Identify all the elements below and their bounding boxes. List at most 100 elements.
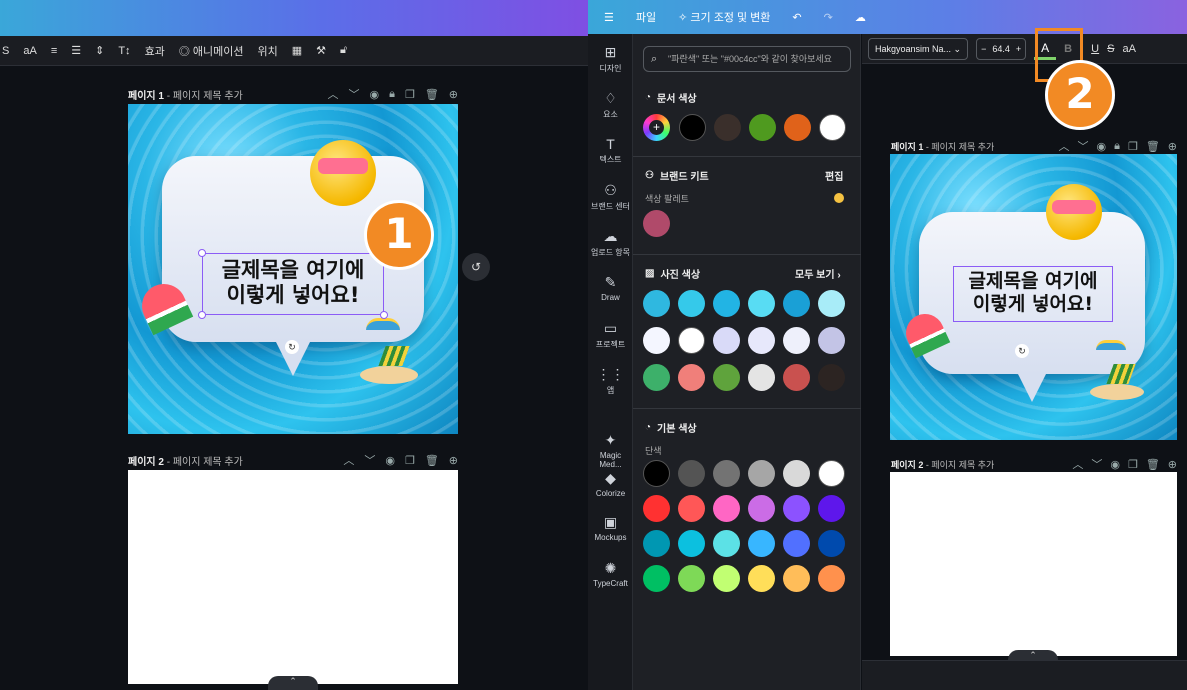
chevron-up-icon[interactable]: ︿ (327, 86, 338, 102)
underline-button[interactable]: U (1091, 43, 1099, 55)
default-color-swatch[interactable] (818, 530, 845, 557)
default-color-swatch[interactable] (818, 460, 845, 487)
duplicate-icon[interactable]: ❐ (1128, 458, 1138, 471)
photo-color-swatch[interactable] (643, 327, 670, 354)
photo-color-swatch[interactable] (783, 290, 810, 317)
add-page-icon[interactable]: ⊕ (1168, 458, 1177, 471)
lock-icon[interactable]: 🔒︎ (389, 88, 395, 101)
photo-color-swatch[interactable] (818, 327, 845, 354)
photo-color-swatch[interactable] (678, 327, 705, 354)
duplicate-icon[interactable]: ❐ (405, 88, 415, 101)
default-color-swatch[interactable] (678, 495, 705, 522)
photo-color-swatch[interactable] (713, 364, 740, 391)
default-color-swatch[interactable] (713, 460, 740, 487)
doc-color-swatch[interactable] (714, 114, 741, 141)
cloud-sync-icon[interactable]: ☁ (855, 11, 866, 24)
eye-icon[interactable]: ◉ (1110, 458, 1120, 471)
default-color-swatch[interactable] (713, 530, 740, 557)
see-all-button[interactable]: 모두 보기 › (795, 266, 841, 281)
eye-icon[interactable]: ◉ (369, 88, 379, 101)
default-color-swatch[interactable] (818, 495, 845, 522)
font-size-stepper[interactable]: − 64.4 + (976, 37, 1027, 60)
default-color-swatch[interactable] (783, 565, 810, 592)
font-size-decrease[interactable]: − (981, 39, 986, 59)
default-color-swatch[interactable] (783, 460, 810, 487)
photo-color-swatch[interactable] (643, 290, 670, 317)
eye-icon[interactable]: ◉ (1096, 140, 1106, 153)
default-color-swatch[interactable] (678, 565, 705, 592)
chevron-down-icon[interactable]: ﹀ (1077, 138, 1088, 154)
lock-icon[interactable]: 🔓︎ (340, 44, 347, 57)
photo-color-swatch[interactable] (783, 364, 810, 391)
default-color-swatch[interactable] (643, 460, 670, 487)
default-color-swatch[interactable] (643, 495, 670, 522)
default-color-swatch[interactable] (713, 565, 740, 592)
photo-color-swatch[interactable] (713, 327, 740, 354)
photo-color-swatch[interactable] (678, 364, 705, 391)
position-button[interactable]: 위치 (257, 43, 277, 59)
doc-color-swatch[interactable] (784, 114, 811, 141)
chevron-up-icon[interactable]: ︿ (343, 452, 354, 468)
page1-label[interactable]: 페이지 1 - 페이지 제목 추가 (128, 87, 243, 102)
page1-canvas[interactable]: 글제목을 여기에 이렇게 넣어요! ↻ (890, 154, 1177, 440)
sun-sticker[interactable] (310, 140, 376, 206)
default-color-swatch[interactable] (643, 530, 670, 557)
chevron-down-icon[interactable]: ﹀ (348, 86, 359, 102)
default-color-swatch[interactable] (748, 565, 775, 592)
add-page-icon[interactable]: ⊕ (449, 88, 458, 101)
rail-item-9[interactable]: ◆ Colorize (588, 470, 633, 498)
duplicate-icon[interactable]: ❐ (1128, 140, 1138, 153)
refresh-comment-icon[interactable]: ↺ (462, 253, 490, 281)
chevron-down-icon[interactable]: ﹀ (1091, 456, 1102, 472)
resize-handle[interactable] (380, 311, 388, 319)
eye-icon[interactable]: ◉ (385, 454, 395, 467)
default-color-swatch[interactable] (678, 460, 705, 487)
chevron-up-icon[interactable]: ︿ (1072, 456, 1083, 472)
rail-item-7[interactable]: ⋮⋮ 앱 (588, 366, 633, 396)
default-color-swatch[interactable] (678, 530, 705, 557)
beach-chair-sticker[interactable] (1090, 340, 1146, 406)
resize-handle[interactable] (198, 311, 206, 319)
align-icon[interactable]: ≡ (51, 45, 57, 57)
photo-color-swatch[interactable] (748, 290, 775, 317)
page2-canvas[interactable] (890, 472, 1177, 656)
font-size-increase[interactable]: + (1016, 39, 1021, 59)
page2-label[interactable]: 페이지 2 - 페이지 제목 추가 (891, 458, 994, 471)
photo-color-swatch[interactable] (783, 327, 810, 354)
page2-canvas[interactable] (128, 470, 458, 684)
file-menu[interactable]: 파일 (636, 9, 656, 25)
font-size-value[interactable]: 64.4 (992, 39, 1010, 59)
edit-button[interactable]: 편집 (825, 168, 843, 183)
transparency-icon[interactable]: ▦ (292, 44, 302, 57)
trash-icon[interactable]: 🗑︎ (425, 88, 439, 101)
rail-item-6[interactable]: ▭ 프로젝트 (588, 320, 633, 350)
page1-canvas[interactable]: 글제목을 여기에 이렇게 넣어요! ↻ 1 (128, 104, 458, 434)
photo-color-swatch[interactable] (643, 364, 670, 391)
rail-item-4[interactable]: ☁ 업로드 항목 (588, 228, 633, 258)
color-search-input[interactable]: ⌕ "파란색" 또는 "#00c4cc"와 같이 찾아보세요 (643, 46, 851, 72)
list-icon[interactable]: ☰ (71, 44, 81, 57)
strikethrough-button[interactable]: S (1107, 43, 1114, 55)
default-color-swatch[interactable] (748, 495, 775, 522)
animate-button[interactable]: ◎ 애니메이션 (179, 43, 244, 59)
default-color-swatch[interactable] (713, 495, 740, 522)
rail-item-5[interactable]: ✎ Draw (588, 274, 633, 302)
beach-chair-sticker[interactable] (360, 318, 420, 392)
photo-color-swatch[interactable] (818, 364, 845, 391)
headline-textbox[interactable]: 글제목을 여기에 이렇게 넣어요! (953, 266, 1113, 322)
photo-color-swatch[interactable] (678, 290, 705, 317)
default-color-swatch[interactable] (643, 565, 670, 592)
photo-color-swatch[interactable] (818, 290, 845, 317)
resize-handle[interactable] (198, 249, 206, 257)
case-button[interactable]: aA (23, 45, 36, 57)
chevron-up-icon[interactable]: ︿ (1058, 138, 1069, 154)
sun-sticker[interactable] (1046, 184, 1102, 240)
undo-icon[interactable]: ↶ (792, 11, 801, 24)
paint-roller-icon[interactable]: ⚒ (316, 44, 326, 57)
spacing-icon[interactable]: ⇕ (95, 44, 104, 57)
photo-color-swatch[interactable] (713, 290, 740, 317)
menu-icon[interactable]: ☰ (604, 11, 614, 24)
add-page-icon[interactable]: ⊕ (449, 454, 458, 467)
doc-color-swatch[interactable] (819, 114, 846, 141)
rail-item-11[interactable]: ✺ TypeCraft (588, 560, 633, 588)
